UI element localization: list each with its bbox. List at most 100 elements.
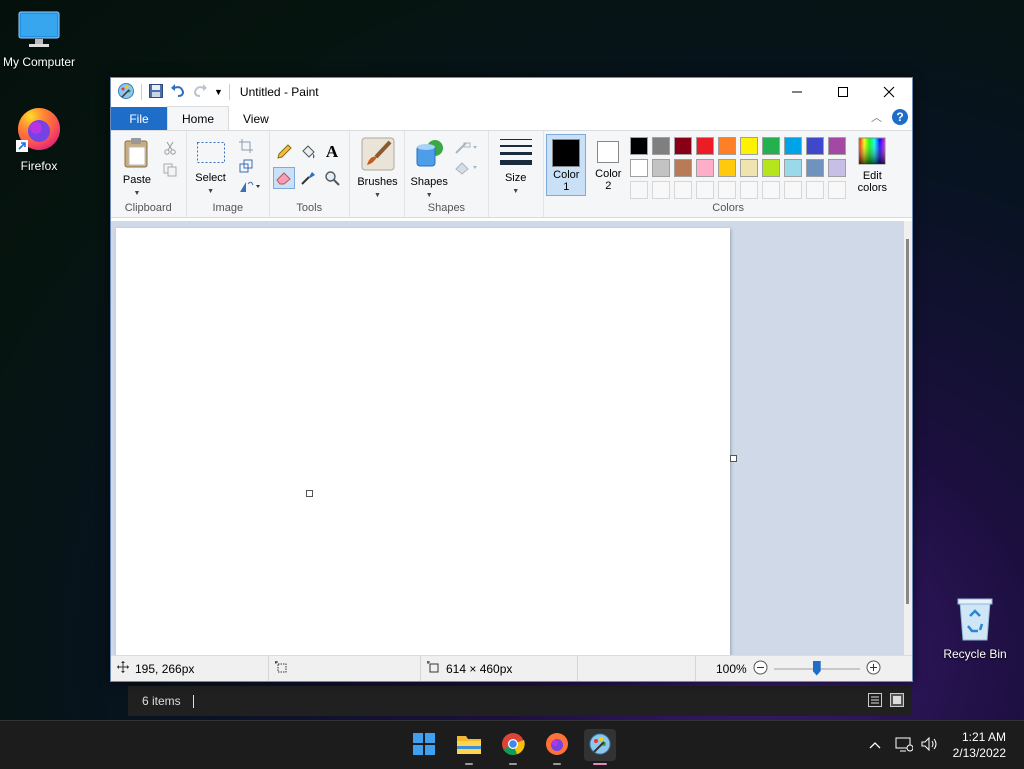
close-button[interactable]	[866, 78, 912, 106]
palette-swatch[interactable]	[762, 159, 781, 177]
volume-icon[interactable]	[921, 736, 939, 755]
brushes-button[interactable]: Brushes ▼	[356, 137, 400, 200]
desktop-icon-my-computer[interactable]: My Computer	[0, 10, 82, 69]
palette-swatch[interactable]	[718, 159, 737, 177]
palette-swatch-empty[interactable]	[674, 181, 693, 199]
desktop-icon-recycle-bin[interactable]: Recycle Bin	[932, 596, 1018, 661]
group-label-image: Image	[212, 202, 244, 214]
shapes-button[interactable]: Shapes ▼	[409, 137, 449, 200]
selection-size	[269, 656, 421, 681]
tab-file[interactable]: File	[111, 107, 167, 130]
palette-swatch[interactable]	[652, 137, 671, 155]
minimize-ribbon-icon[interactable]: ︿	[871, 109, 882, 125]
color-picker-icon[interactable]	[299, 169, 317, 187]
palette-swatch[interactable]	[740, 159, 759, 177]
color1-button[interactable]: Color 1	[546, 134, 587, 196]
pencil-icon[interactable]	[275, 143, 293, 161]
network-icon[interactable]	[895, 736, 914, 755]
text-icon[interactable]: A	[323, 142, 341, 161]
taskbar-paint[interactable]	[584, 729, 616, 765]
resize-handle-right[interactable]	[730, 455, 737, 462]
palette-swatch-empty[interactable]	[762, 181, 781, 199]
crop-icon[interactable]	[237, 137, 255, 155]
select-button[interactable]: Select ▼	[193, 139, 229, 196]
zoom-slider-thumb[interactable]	[812, 660, 821, 676]
fill-icon[interactable]	[299, 143, 317, 161]
vertical-scrollbar[interactable]	[904, 221, 912, 658]
customize-qat-icon[interactable]: ▼	[214, 87, 223, 97]
large-icons-view-icon[interactable]	[890, 693, 904, 707]
paste-button[interactable]: Paste ▼	[119, 137, 155, 198]
size-label: Size	[504, 172, 527, 184]
save-icon[interactable]	[148, 83, 164, 102]
palette-swatch[interactable]	[674, 137, 693, 155]
palette-swatch[interactable]	[696, 159, 715, 177]
zoom-slider[interactable]	[773, 660, 860, 677]
palette-swatch-empty[interactable]	[828, 181, 847, 199]
size-button[interactable]: Size ▼	[497, 137, 535, 196]
palette-swatch[interactable]	[718, 137, 737, 155]
taskbar-chrome[interactable]	[497, 729, 529, 765]
desktop-icon-firefox[interactable]: Firefox	[0, 104, 82, 173]
taskbar-firefox[interactable]	[541, 729, 573, 765]
clock[interactable]: 1:21 AM 2/13/2022	[953, 729, 1006, 761]
tab-view[interactable]: View	[229, 107, 283, 130]
running-indicator	[509, 763, 517, 765]
resize-icon[interactable]	[237, 157, 255, 175]
drawing-canvas[interactable]	[116, 228, 737, 656]
palette-swatch[interactable]	[784, 137, 803, 155]
color1-swatch	[552, 139, 581, 167]
chevron-up-icon[interactable]	[869, 738, 881, 752]
palette-swatch-empty[interactable]	[718, 181, 737, 199]
tab-home[interactable]: Home	[167, 106, 230, 130]
palette-swatch[interactable]	[696, 137, 715, 155]
outline-icon[interactable]	[453, 139, 479, 157]
palette-swatch[interactable]	[806, 137, 825, 155]
dropdown-caret-icon: ▼	[425, 192, 433, 199]
palette-swatch-empty[interactable]	[630, 181, 649, 199]
help-button[interactable]: ?	[892, 109, 908, 125]
undo-icon[interactable]	[170, 83, 186, 102]
rotate-icon[interactable]	[237, 177, 263, 195]
edit-colors-button[interactable]: Edit colors	[850, 137, 894, 194]
palette-swatch[interactable]	[828, 159, 847, 177]
ribbon: Paste ▼ Clipboard Select ▼ Image A Tools…	[111, 131, 912, 218]
palette-swatch[interactable]	[806, 159, 825, 177]
palette-swatch-empty[interactable]	[784, 181, 803, 199]
palette-swatch-empty[interactable]	[696, 181, 715, 199]
magnifier-icon[interactable]	[323, 169, 341, 187]
palette-swatch[interactable]	[784, 159, 803, 177]
minimize-button[interactable]	[774, 78, 820, 106]
window-controls	[774, 78, 912, 106]
redo-icon[interactable]	[192, 83, 208, 102]
palette-swatch[interactable]	[828, 137, 847, 155]
copy-icon[interactable]	[161, 161, 179, 179]
zoom-level-text: 100%	[716, 661, 747, 676]
palette-swatch[interactable]	[630, 159, 649, 177]
maximize-button[interactable]	[820, 78, 866, 106]
cut-icon[interactable]	[161, 139, 179, 157]
palette-swatch-empty[interactable]	[806, 181, 825, 199]
palette-swatch[interactable]	[630, 137, 649, 155]
group-label-clipboard: Clipboard	[124, 202, 172, 214]
brush-icon	[361, 137, 395, 174]
palette-swatch[interactable]	[740, 137, 759, 155]
fill-shape-icon[interactable]	[453, 159, 479, 177]
palette-swatch-empty[interactable]	[652, 181, 671, 199]
paint-app-icon[interactable]	[117, 82, 135, 103]
scroll-thumb[interactable]	[906, 239, 909, 604]
palette-swatch[interactable]	[674, 159, 693, 177]
ribbon-tabs: File Home View ︿ ?	[111, 106, 912, 131]
start-button[interactable]	[408, 729, 440, 761]
eraser-icon[interactable]	[273, 167, 296, 189]
zoom-in-button[interactable]	[866, 660, 881, 678]
details-view-icon[interactable]	[868, 693, 882, 707]
palette-swatch[interactable]	[762, 137, 781, 155]
color2-button[interactable]: Color 2	[588, 134, 628, 196]
palette-swatch[interactable]	[652, 159, 671, 177]
palette-swatch-empty[interactable]	[740, 181, 759, 199]
color1-label: Color	[553, 169, 580, 181]
zoom-out-button[interactable]	[753, 660, 768, 678]
taskbar-file-explorer[interactable]	[453, 729, 485, 765]
dropdown-caret-icon: ▼	[207, 188, 214, 195]
